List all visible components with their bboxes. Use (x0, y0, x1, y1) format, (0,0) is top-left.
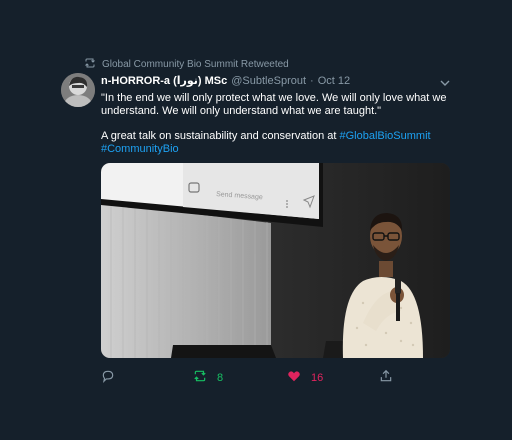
retweet-context-label: Global Community Bio Summit Retweeted (102, 59, 289, 70)
tweet-text: "In the end we will only protect what we… (101, 92, 451, 156)
share-icon (379, 369, 393, 386)
tweet-photo[interactable]: Send message (101, 163, 450, 358)
tweet-date[interactable]: Oct 12 (318, 75, 350, 87)
retweet-context[interactable]: Global Community Bio Summit Retweeted (84, 57, 289, 72)
tweet-actions: 8 16 (101, 369, 401, 385)
tweet-text-segment: A great talk on sustainability and conse… (101, 130, 340, 142)
tweet-header: n-HORROR-a (نورا) MSc @SubtleSprout · Oc… (101, 74, 350, 88)
display-name[interactable]: n-HORROR-a (نورا) MSc (101, 74, 227, 87)
share-button[interactable] (379, 369, 393, 386)
separator-dot: · (310, 74, 314, 87)
tweet-text-line: #CommunityBio (101, 143, 451, 156)
tweet-text-line: A great talk on sustainability and conse… (101, 130, 451, 143)
user-handle[interactable]: @SubtleSprout (231, 75, 306, 87)
like-button[interactable]: 16 (287, 369, 323, 386)
hashtag-link[interactable]: #CommunityBio (101, 143, 179, 155)
tweet[interactable]: Global Community Bio Summit Retweeted n-… (0, 0, 512, 440)
hashtag-link[interactable]: #GlobalBioSummit (339, 130, 430, 142)
tweet-text-line: understand. We will only understand what… (101, 105, 382, 117)
chevron-down-icon[interactable] (440, 75, 450, 86)
retweet-context-icon (84, 57, 96, 72)
reply-button[interactable] (101, 369, 115, 386)
avatar[interactable] (61, 73, 95, 107)
retweet-count: 8 (217, 371, 224, 384)
heart-icon (287, 369, 301, 386)
avatar-image (61, 73, 95, 107)
reply-icon (101, 369, 115, 386)
retweet-icon (193, 369, 207, 386)
like-count: 16 (311, 371, 324, 384)
tweet-text-line: "In the end we will only protect what we… (101, 92, 447, 104)
retweet-button[interactable]: 8 (193, 369, 223, 386)
